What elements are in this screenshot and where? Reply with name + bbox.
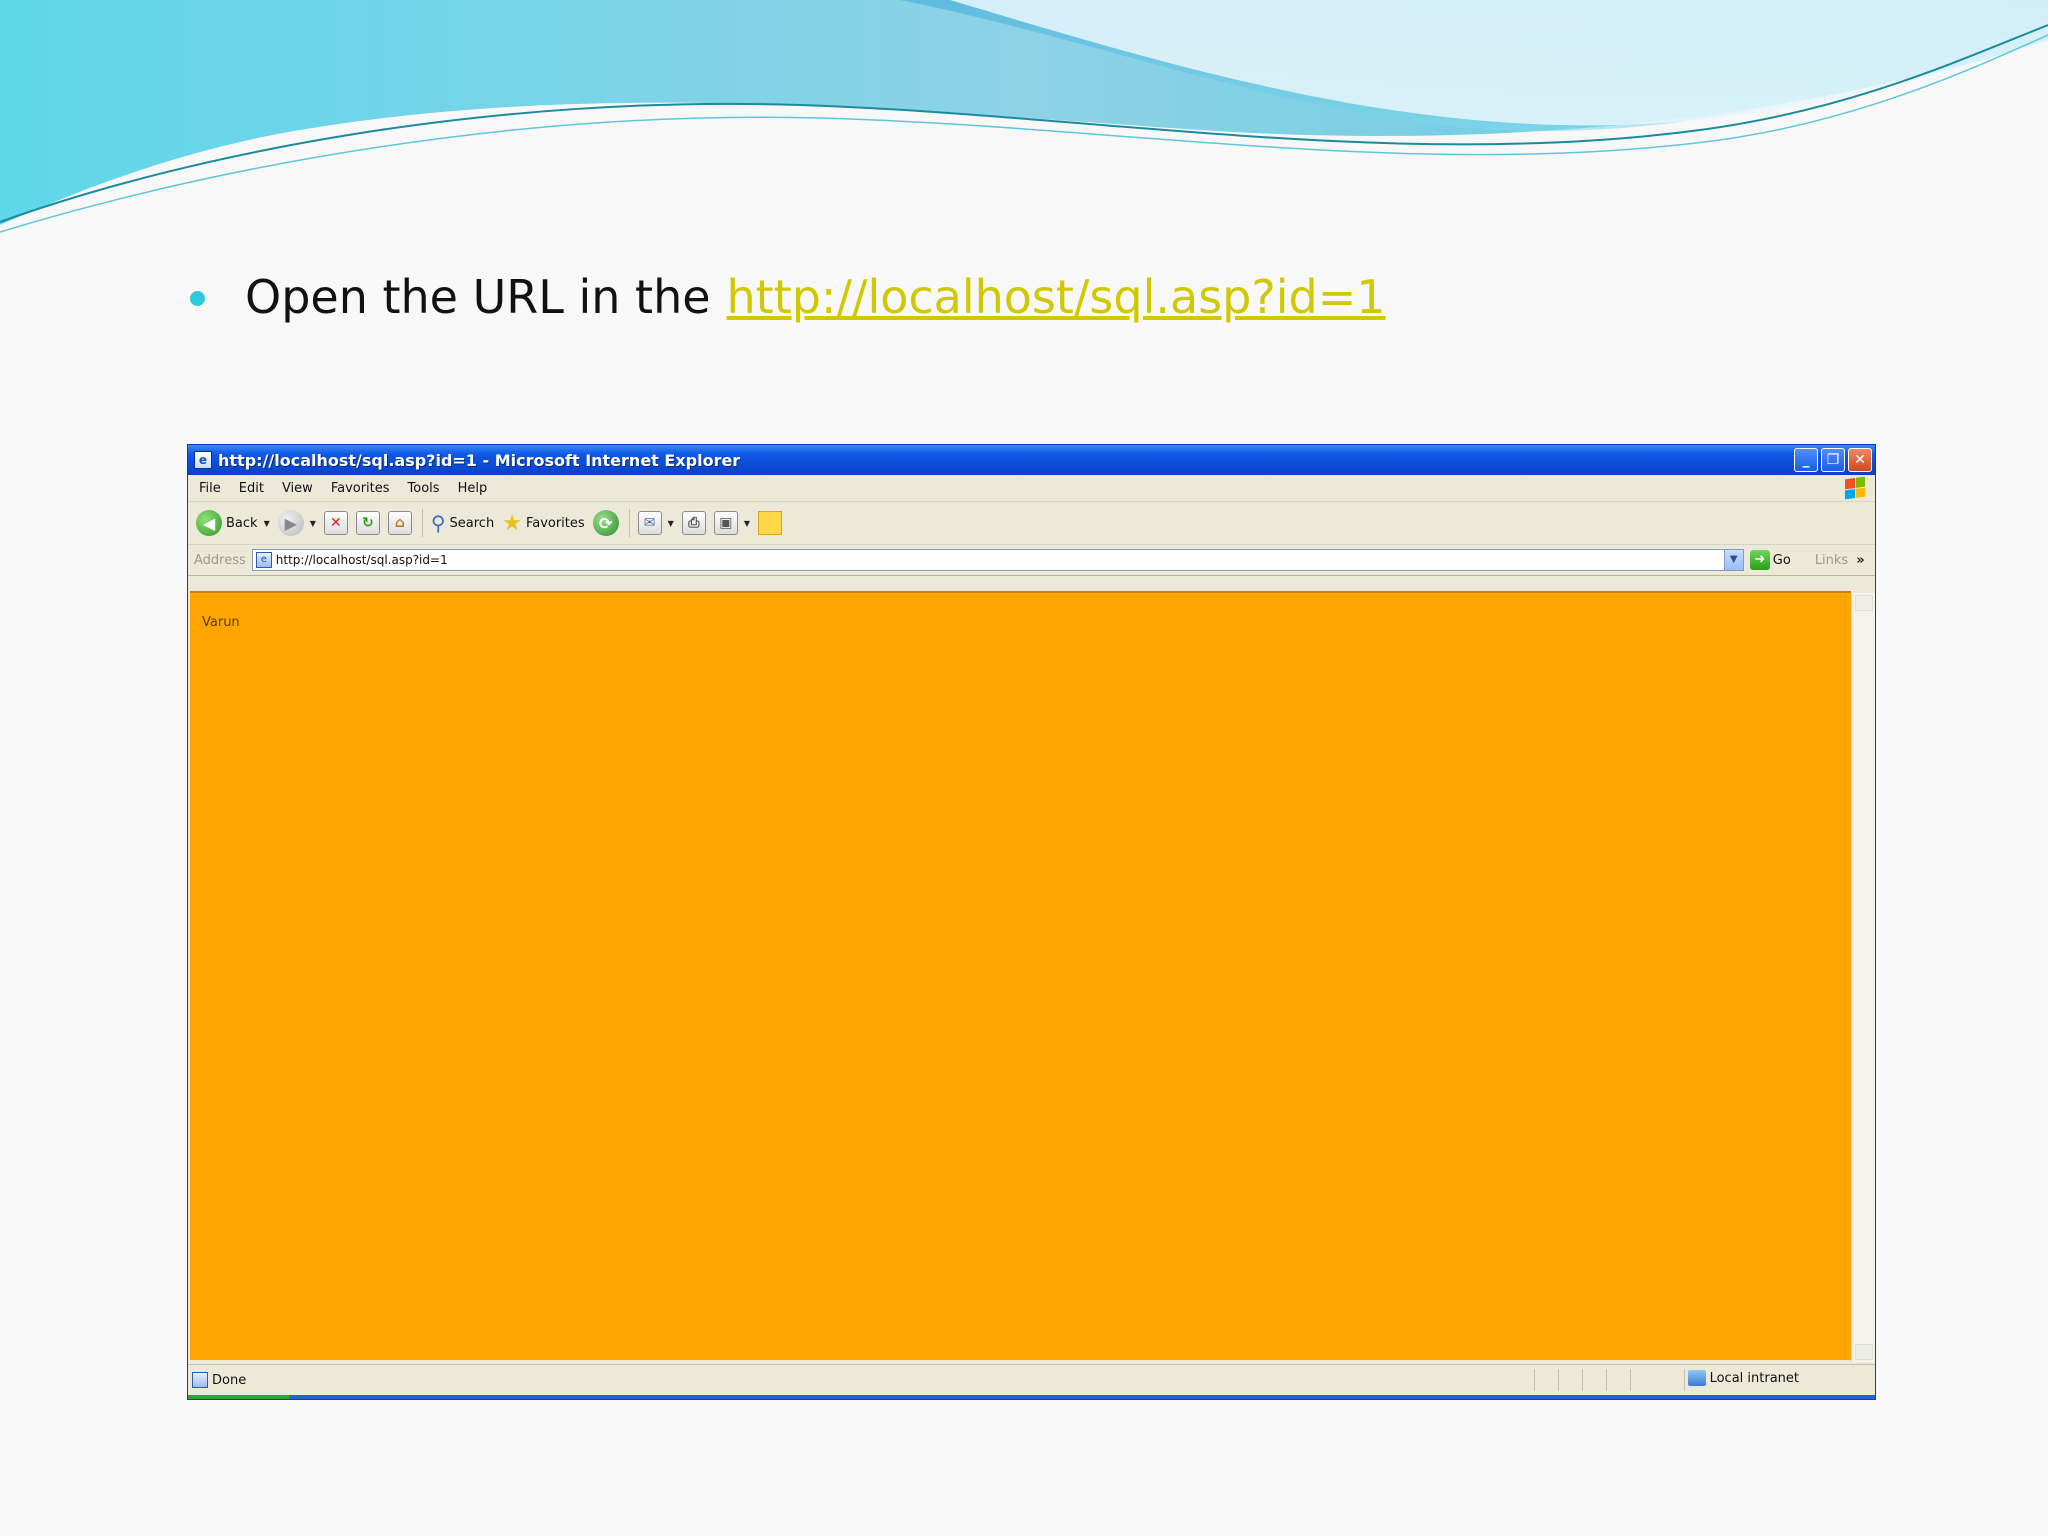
toolbar: ◀ Back ▼ ▶ ▼ ✕ ↻ ⌂ ⚲ Search ★ Favorites … — [188, 502, 1875, 545]
window-bottom-edge — [188, 1395, 1875, 1399]
dropdown-arrow-icon[interactable]: ▼ — [264, 519, 270, 528]
favorites-button[interactable]: ★ Favorites — [502, 511, 584, 536]
window-controls: _ ❐ ✕ — [1794, 448, 1872, 472]
scroll-down-button[interactable] — [1855, 1344, 1873, 1360]
favorites-label: Favorites — [525, 515, 585, 531]
status-separator — [1630, 1369, 1631, 1391]
messenger-button[interactable] — [757, 511, 782, 535]
slide-header-wave — [0, 0, 2048, 233]
links-label[interactable]: Links — [1815, 553, 1848, 568]
intranet-zone-icon — [1687, 1370, 1706, 1386]
zone-label: Local intranet — [1709, 1370, 1799, 1386]
dropdown-arrow-icon[interactable]: ▼ — [668, 519, 674, 528]
edit-icon: ▣ — [713, 511, 738, 535]
status-separator — [1558, 1369, 1559, 1391]
stop-button[interactable]: ✕ — [323, 511, 348, 535]
go-label: Go — [1772, 552, 1791, 568]
print-button[interactable]: ⎙ — [681, 511, 706, 535]
back-arrow-icon: ◀ — [196, 510, 222, 536]
menu-file[interactable]: File — [199, 481, 221, 496]
menu-help[interactable]: Help — [458, 481, 488, 496]
toolbar-separator — [421, 509, 423, 537]
window-title: http://localhost/sql.asp?id=1 - Microsof… — [218, 450, 741, 470]
menu-bar: File Edit View Favorites Tools Help — [188, 475, 1875, 502]
scroll-up-button[interactable] — [1855, 595, 1873, 611]
address-field[interactable]: e http://localhost/sql.asp?id=1 ▼ — [251, 549, 1744, 571]
vertical-scrollbar[interactable] — [1851, 593, 1875, 1362]
menu-favorites[interactable]: Favorites — [331, 481, 390, 496]
printer-icon: ⎙ — [681, 511, 706, 535]
security-zone: Local intranet — [1687, 1370, 1799, 1386]
search-button[interactable]: ⚲ Search — [431, 511, 494, 535]
address-label: Address — [194, 552, 246, 568]
go-arrow-icon: ➜ — [1749, 550, 1770, 570]
back-label: Back — [226, 515, 258, 531]
status-bar: Done Local intranet — [188, 1364, 1875, 1395]
status-separator — [1582, 1369, 1583, 1391]
bullet-url-link[interactable]: http://localhost/sql.asp?id=1 — [727, 270, 1386, 324]
ie-icon: e — [194, 451, 212, 469]
bullet-dot-icon — [190, 290, 205, 306]
dropdown-arrow-icon[interactable]: ▼ — [744, 519, 750, 528]
forward-button[interactable]: ▶ ▼ — [277, 510, 316, 536]
menu-edit[interactable]: Edit — [239, 481, 264, 496]
search-label: Search — [449, 515, 495, 531]
stop-icon: ✕ — [323, 511, 348, 535]
ie-browser-window: e http://localhost/sql.asp?id=1 - Micros… — [187, 444, 1876, 1400]
chevron-right-icon[interactable]: » — [1856, 553, 1864, 568]
go-button[interactable]: ➜ Go — [1749, 550, 1791, 570]
address-dropdown-icon[interactable]: ▼ — [1723, 550, 1743, 570]
back-button[interactable]: ◀ Back ▼ — [196, 510, 270, 536]
minimize-button[interactable]: _ — [1794, 448, 1818, 472]
mail-icon: ✉ — [637, 511, 662, 535]
status-separator — [1606, 1369, 1607, 1391]
edit-button[interactable]: ▣ ▼ — [713, 511, 750, 535]
home-button[interactable]: ⌂ — [387, 511, 412, 535]
history-icon: ⟳ — [592, 510, 619, 536]
menu-tools[interactable]: Tools — [408, 481, 440, 496]
bullet-line: Open the URL in the http://localhost/sql… — [190, 262, 1386, 332]
menu-view[interactable]: View — [282, 481, 313, 496]
dropdown-arrow-icon[interactable]: ▼ — [310, 519, 316, 528]
status-text: Done — [212, 1372, 247, 1388]
windows-logo-icon — [1845, 476, 1865, 500]
status-separator — [1684, 1369, 1685, 1391]
title-bar[interactable]: e http://localhost/sql.asp?id=1 - Micros… — [188, 445, 1875, 475]
refresh-icon: ↻ — [355, 511, 380, 535]
forward-arrow-icon: ▶ — [277, 510, 304, 536]
refresh-button[interactable]: ↻ — [355, 511, 380, 535]
page-icon: e — [255, 552, 272, 568]
note-icon — [757, 511, 782, 535]
history-button[interactable]: ⟳ — [592, 510, 619, 536]
home-icon: ⌂ — [387, 511, 412, 535]
page-text: Varun — [202, 615, 240, 630]
page-content: Varun — [190, 591, 1851, 1360]
address-bar: Address e http://localhost/sql.asp?id=1 … — [188, 545, 1875, 576]
star-icon: ★ — [502, 510, 522, 536]
search-icon: ⚲ — [430, 511, 446, 535]
close-button[interactable]: ✕ — [1848, 448, 1872, 472]
toolbar-separator — [628, 509, 630, 537]
page-done-icon — [192, 1372, 208, 1388]
mail-button[interactable]: ✉ ▼ — [637, 511, 674, 535]
address-input[interactable]: http://localhost/sql.asp?id=1 — [276, 553, 448, 567]
bullet-text: Open the URL in the — [245, 270, 711, 324]
status-separator — [1534, 1369, 1535, 1391]
restore-button[interactable]: ❐ — [1821, 448, 1845, 472]
